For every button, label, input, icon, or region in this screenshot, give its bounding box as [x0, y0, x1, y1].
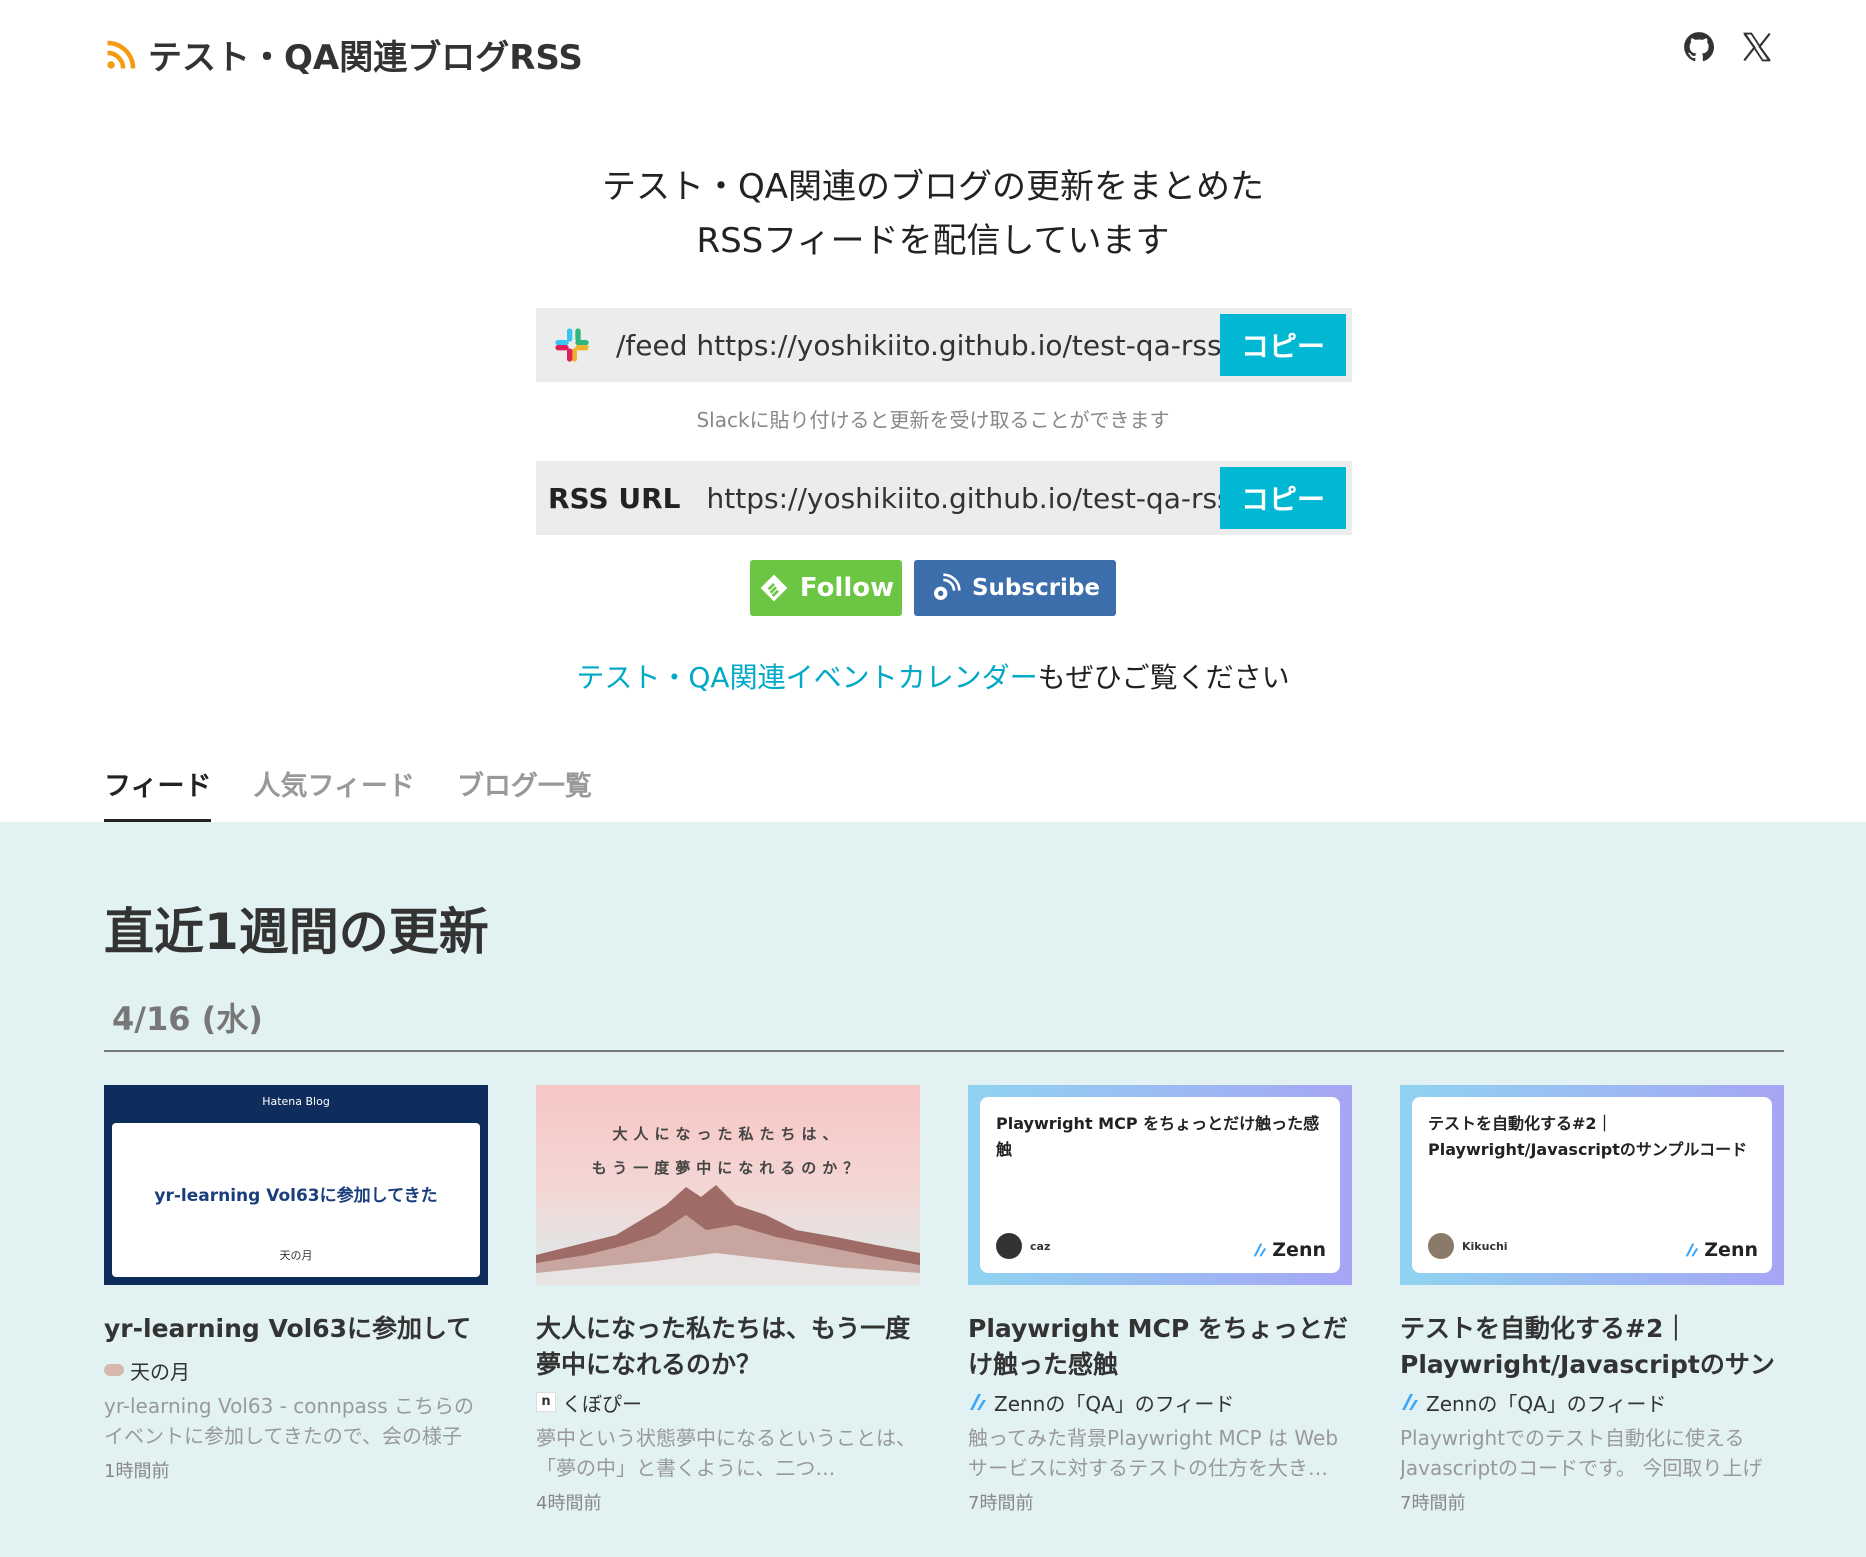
tab-blog-list[interactable]: ブログ一覧	[457, 764, 592, 823]
copy-rss-url-button[interactable]: コピー	[1220, 467, 1346, 529]
article-time: 7時間前	[968, 1493, 1034, 1514]
thumbnail-title: Playwright MCP をちょっとだけ触った感触	[996, 1114, 1320, 1159]
tab-popular-feed[interactable]: 人気フィード	[253, 764, 414, 823]
rss-url-value[interactable]: https://yoshikiito.github.io/test-qa-rss…	[681, 482, 1220, 515]
source-name: Zennの「QA」のフィード	[1426, 1391, 1667, 1416]
article-source: Zennの「QA」のフィード	[1400, 1387, 1784, 1417]
calendar-suffix: もぜひご覧ください	[1037, 661, 1290, 694]
site-title: テスト・QA関連ブログRSS	[148, 38, 583, 78]
slack-feed-box: /feed https://yoshikiito.github.io/test-…	[536, 308, 1352, 382]
site-header: テスト・QA関連ブログRSS	[0, 0, 1866, 110]
thumbnail-title: yr-learning Vol63に参加してきた	[154, 1186, 438, 1206]
cloud-icon	[104, 1364, 124, 1376]
article-title[interactable]: yr-learning Vol63に参加してきた	[104, 1311, 488, 1351]
zenn-icon	[970, 1394, 986, 1410]
inoreader-subscribe-button[interactable]: Subscribe	[914, 560, 1116, 616]
thumbnail-title: テストを自動化する#2｜Playwright/Javascriptのサンプルコー…	[1428, 1114, 1748, 1159]
date-heading: 4/16 (水)	[112, 1000, 263, 1038]
article-time: 1時間前	[104, 1461, 170, 1482]
zenn-logo: Zenn	[1252, 1239, 1326, 1261]
event-calendar-link[interactable]: テスト・QA関連イベントカレンダー	[576, 661, 1037, 694]
article-time: 4時間前	[536, 1493, 602, 1514]
mountain-illustration	[536, 1185, 920, 1285]
feed-content: 直近1週間の更新 4/16 (水) Hatena Blog yr-learnin…	[0, 822, 1866, 1557]
author-avatar	[996, 1233, 1022, 1259]
article-source: n くぼぴー	[536, 1387, 920, 1417]
follow-label: Follow	[799, 573, 895, 603]
inoreader-icon	[933, 573, 961, 600]
source-name: Zennの「QA」のフィード	[994, 1391, 1235, 1416]
source-name: くぼぴー	[562, 1391, 642, 1416]
tab-feed[interactable]: フィード	[104, 764, 212, 823]
article-source: 天の月	[104, 1355, 488, 1385]
date-divider	[104, 1050, 1784, 1052]
article-description: Playwrightでのテスト自動化に使えるJavascriptのコードです。 …	[1400, 1426, 1763, 1480]
slack-hint: Slackに貼り付けると更新を受け取ることができます	[696, 408, 1170, 432]
article-description: 触ってみた背景Playwright MCP は Web サービスに対するテストの…	[968, 1426, 1339, 1480]
copy-slack-feed-button[interactable]: コピー	[1220, 314, 1346, 376]
article-card[interactable]: テストを自動化する#2｜Playwright/Javascriptのサンプルコー…	[1400, 1085, 1784, 1515]
note-icon: n	[536, 1392, 556, 1412]
source-name: 天の月	[130, 1359, 190, 1384]
hero-line-2: RSSフィードを配信しています	[696, 221, 1170, 261]
site-logo[interactable]: テスト・QA関連ブログRSS	[104, 30, 583, 79]
section-title: 直近1週間の更新	[104, 903, 489, 961]
article-time: 7時間前	[1400, 1493, 1466, 1514]
x-icon	[1743, 32, 1771, 62]
article-thumbnail[interactable]: Hatena Blog yr-learning Vol63に参加してきた 天の月	[104, 1085, 488, 1285]
article-card[interactable]: Playwright MCP をちょっとだけ触った感触 caz Zenn Pla…	[968, 1085, 1352, 1515]
zenn-icon	[1402, 1394, 1418, 1410]
rss-url-label: RSS URL	[548, 481, 681, 515]
article-thumbnail[interactable]: テストを自動化する#2｜Playwright/Javascriptのサンプルコー…	[1400, 1085, 1784, 1285]
hatena-brand: Hatena Blog	[262, 1095, 330, 1108]
zenn-icon	[1685, 1243, 1699, 1257]
article-title[interactable]: Playwright MCP をちょっとだけ触った感触	[968, 1311, 1352, 1383]
article-description: 夢中という状態夢中になるということは、「夢の中」と書くように、二つ…	[536, 1426, 916, 1480]
article-thumbnail[interactable]: 大人になった私たちは、 もう一度夢中になれるのか？	[536, 1085, 920, 1285]
thumbnail-line-1: 大人になった私たちは、	[612, 1125, 844, 1143]
author-avatar	[1428, 1233, 1454, 1259]
feedly-icon	[760, 574, 788, 602]
article-card[interactable]: 大人になった私たちは、 もう一度夢中になれるのか？ 大人になった私たちは、もう一…	[536, 1085, 920, 1515]
slack-icon	[555, 328, 589, 362]
article-card[interactable]: Hatena Blog yr-learning Vol63に参加してきた 天の月…	[104, 1085, 488, 1483]
article-thumbnail[interactable]: Playwright MCP をちょっとだけ触った感触 caz Zenn	[968, 1085, 1352, 1285]
github-link[interactable]	[1682, 30, 1716, 64]
feedly-follow-button[interactable]: Follow	[750, 560, 902, 616]
github-icon	[1684, 32, 1715, 62]
article-title[interactable]: 大人になった私たちは、もう一度夢中になれるのか？	[536, 1311, 920, 1383]
rss-url-box: RSS URL https://yoshikiito.github.io/tes…	[536, 461, 1352, 535]
thumbnail-author: 天の月	[279, 1249, 313, 1262]
article-description: yr-learning Vol63 - connpass こちらのイベントに参加…	[104, 1394, 474, 1448]
article-title[interactable]: テストを自動化する#2｜Playwright/Javascriptのサンプルコー…	[1400, 1311, 1784, 1383]
x-link[interactable]	[1740, 30, 1774, 64]
zenn-icon	[1253, 1243, 1267, 1257]
hero-description: テスト・QA関連のブログの更新をまとめた RSSフィードを配信しています	[0, 160, 1866, 268]
tab-bar: フィード 人気フィード ブログ一覧	[104, 764, 592, 823]
slack-feed-command[interactable]: /feed https://yoshikiito.github.io/test-…	[592, 329, 1220, 362]
article-source: Zennの「QA」のフィード	[968, 1387, 1352, 1417]
hero-line-1: テスト・QA関連のブログの更新をまとめた	[601, 167, 1265, 207]
zenn-logo: Zenn	[1684, 1239, 1758, 1261]
thumbnail-author: caz	[1030, 1239, 1051, 1253]
thumbnail-author: Kikuchi	[1462, 1239, 1508, 1253]
calendar-promo: テスト・QA関連イベントカレンダーもぜひご覧ください	[0, 656, 1866, 696]
subscribe-label: Subscribe	[971, 575, 1101, 601]
rss-icon	[107, 40, 136, 69]
